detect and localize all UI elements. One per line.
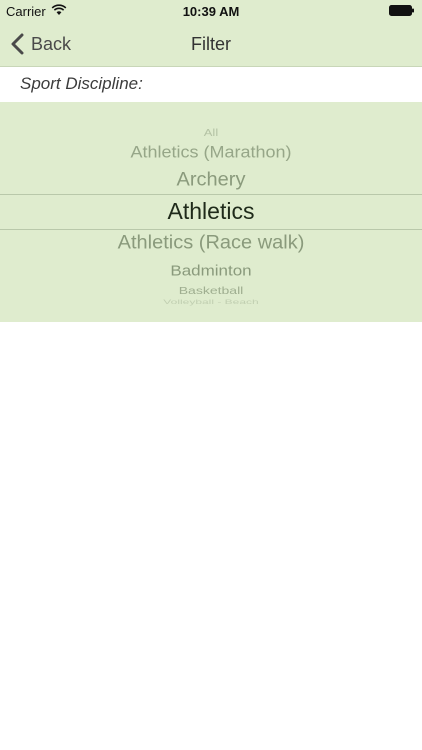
selection-bottom-line: [0, 229, 422, 230]
sport-discipline-label: Sport Discipline:: [20, 74, 143, 93]
sport-discipline-picker[interactable]: All Athletics (Marathon) Archery Athleti…: [0, 102, 422, 322]
picker-option-athletics-selected[interactable]: Athletics: [0, 198, 422, 225]
picker-option-archery[interactable]: Archery: [0, 170, 422, 192]
status-bar: Carrier 10:39 AM: [0, 0, 422, 22]
picker-option-badminton[interactable]: Badminton: [0, 263, 422, 280]
battery-icon: [389, 5, 414, 16]
picker-option-volleyball-beach[interactable]: Volleyball - Beach: [0, 298, 422, 306]
navigation-bar: Back Filter: [0, 22, 422, 66]
picker-option-athletics-marathon[interactable]: Athletics (Marathon): [0, 143, 422, 162]
picker-option-all[interactable]: All: [0, 127, 422, 138]
picker-option-basketball[interactable]: Basketball: [0, 284, 422, 296]
picker-option-athletics-race-walk[interactable]: Athletics (Race walk): [0, 233, 422, 255]
page-title: Filter: [191, 34, 231, 54]
status-time: 10:39 AM: [182, 4, 240, 19]
selection-top-line: [0, 194, 422, 195]
